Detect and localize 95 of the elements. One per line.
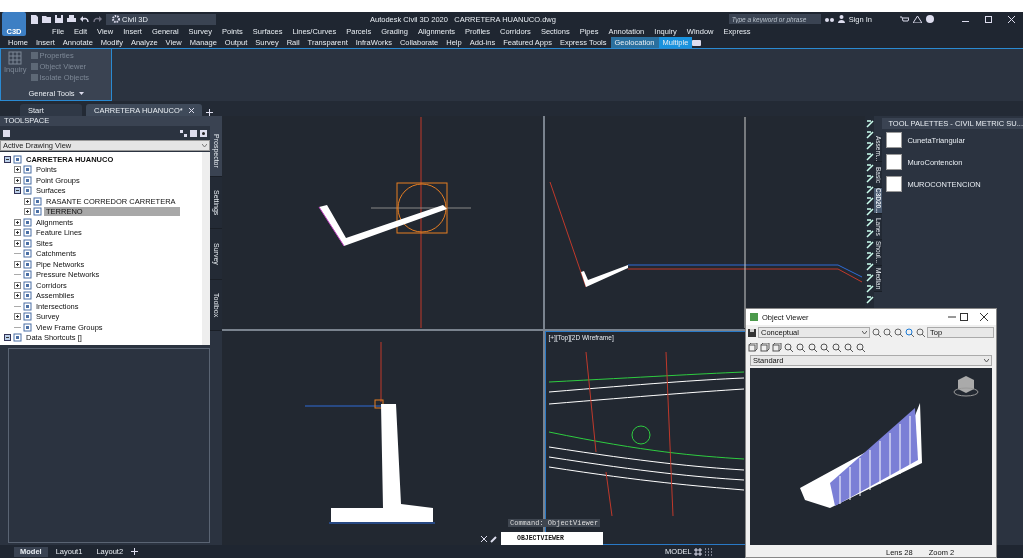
node-icon: [23, 312, 32, 322]
printer-icon[interactable]: [67, 15, 76, 23]
magnifier-icon[interactable]: [905, 328, 914, 337]
node-icon: [23, 270, 32, 280]
undo-icon[interactable]: [80, 15, 89, 23]
grid-icon[interactable]: [693, 547, 702, 556]
node-icon: [23, 186, 32, 196]
node-icon: [23, 238, 32, 248]
user-icon: [837, 15, 845, 23]
tool-thumbnail[interactable]: [886, 176, 903, 192]
scrollbar[interactable]: [202, 152, 210, 345]
zoom-icon[interactable]: [808, 342, 818, 353]
window-icon: [750, 313, 758, 321]
square-icon: [30, 52, 38, 59]
magnifier-icon[interactable]: [883, 328, 892, 337]
close-icon[interactable]: [980, 313, 988, 321]
cube-icon[interactable]: [772, 342, 782, 353]
zoom-icon[interactable]: [832, 342, 842, 353]
node-icon: [23, 165, 32, 175]
node-icon: [23, 249, 32, 259]
expand-icon[interactable]: [24, 197, 31, 205]
tool-icon[interactable]: [865, 219, 874, 227]
hierarchy-icon[interactable]: [180, 129, 187, 137]
tool-icon[interactable]: [865, 153, 874, 161]
folder-icon[interactable]: [42, 15, 51, 23]
tool-thumbnail[interactable]: [886, 154, 903, 170]
node-icon: [23, 228, 32, 238]
zoom-icon[interactable]: [796, 342, 806, 353]
magnifier-icon[interactable]: [894, 328, 903, 337]
expand-icon[interactable]: [14, 239, 21, 247]
tool-icon[interactable]: [865, 252, 874, 260]
zoom-icon[interactable]: [820, 342, 830, 353]
node-icon: [13, 333, 22, 343]
maximize-icon[interactable]: [960, 313, 968, 321]
expand-icon[interactable]: [14, 260, 21, 268]
grid-icon: [8, 51, 23, 65]
redo-icon[interactable]: [93, 15, 102, 23]
plus-icon[interactable]: [131, 548, 139, 555]
chevron-icon: [984, 358, 989, 363]
view-cube-icon[interactable]: [953, 376, 979, 397]
node-icon: [23, 280, 32, 290]
tool-icon[interactable]: [865, 230, 874, 238]
node-icon: [23, 291, 32, 301]
magnifier-icon[interactable]: [872, 328, 881, 337]
square-icon: [30, 63, 38, 70]
collapse-icon[interactable]: [4, 155, 11, 163]
zoom-icon[interactable]: [844, 342, 854, 353]
expand-icon[interactable]: [24, 208, 31, 216]
expand-icon[interactable]: [14, 292, 21, 300]
collapse-icon[interactable]: [14, 187, 21, 195]
node-icon: [33, 196, 42, 206]
node-icon: [23, 217, 32, 227]
expand-icon[interactable]: [14, 229, 21, 237]
node-icon: [23, 301, 32, 311]
snap-icon[interactable]: [703, 547, 712, 556]
tool-icon[interactable]: [865, 274, 874, 282]
triangle-icon[interactable]: [913, 15, 922, 23]
square-icon: [30, 74, 38, 81]
plus-icon[interactable]: [205, 109, 213, 116]
tool-icon[interactable]: [865, 131, 874, 139]
tool-icon[interactable]: [865, 285, 874, 293]
tool-thumbnail[interactable]: [886, 132, 903, 148]
expand-icon[interactable]: [14, 176, 21, 184]
node-icon: [23, 322, 32, 332]
collapse-icon[interactable]: [4, 334, 11, 342]
tool-icon[interactable]: [865, 186, 874, 194]
tool-icon[interactable]: [865, 120, 874, 128]
drawing-viewport[interactable]: [544, 116, 865, 329]
node-icon: [13, 154, 22, 164]
node-icon: [33, 207, 42, 217]
tool-icon[interactable]: [865, 241, 874, 249]
tool-icon[interactable]: [865, 164, 874, 172]
node-icon: [23, 259, 32, 269]
node-icon: [23, 175, 32, 185]
chevron-icon: [862, 330, 867, 335]
tool-icon[interactable]: [865, 197, 874, 205]
zoom-icon[interactable]: [856, 342, 866, 353]
expand-icon[interactable]: [14, 281, 21, 289]
caret-icon: [78, 92, 84, 95]
chevron-icon: [202, 143, 207, 148]
cube-icon[interactable]: [760, 342, 770, 353]
tool-icon[interactable]: [865, 208, 874, 216]
zoom-icon[interactable]: [784, 342, 794, 353]
cube-icon[interactable]: [748, 342, 758, 353]
tool-icon[interactable]: [865, 175, 874, 183]
tool-icon[interactable]: [865, 296, 874, 304]
expand-icon[interactable]: [14, 218, 21, 226]
expand-icon[interactable]: [14, 166, 21, 174]
new-file-icon[interactable]: [30, 14, 38, 24]
toolspace-icon[interactable]: [3, 129, 10, 137]
tool-icon[interactable]: [865, 142, 874, 150]
tool-icon[interactable]: [865, 263, 874, 271]
magnifier-icon[interactable]: [916, 328, 925, 337]
expand-icon[interactable]: [14, 313, 21, 321]
gear-icon: [112, 15, 120, 23]
